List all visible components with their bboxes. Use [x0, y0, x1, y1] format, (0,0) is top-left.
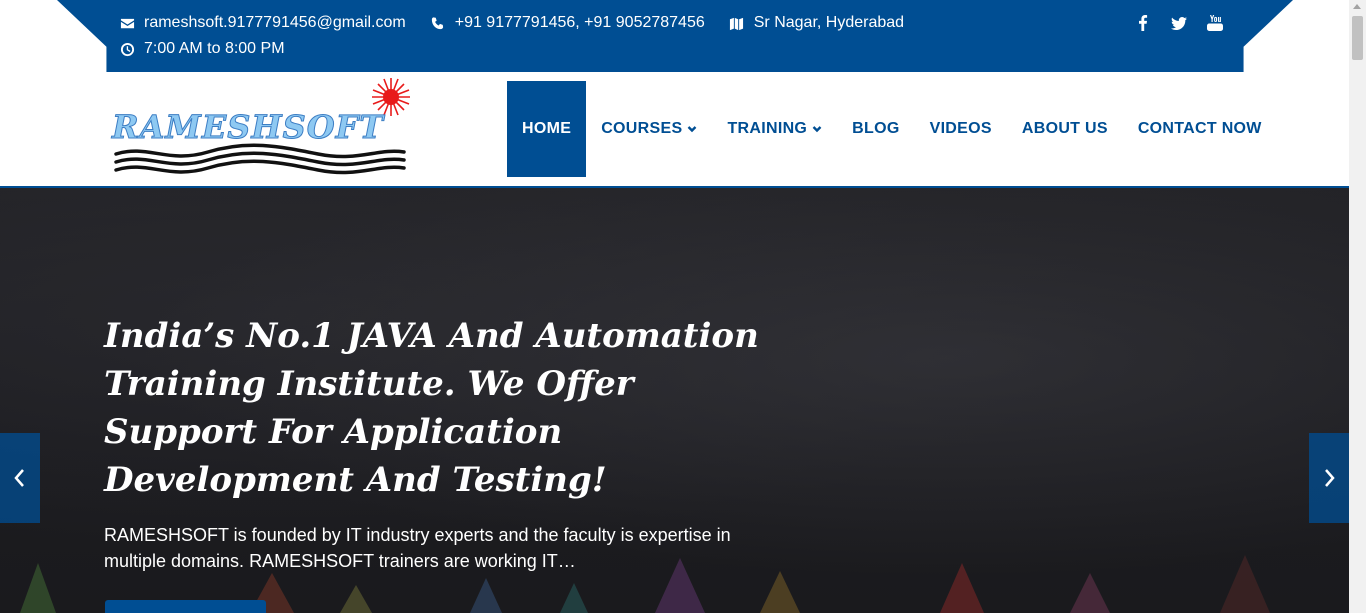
- wave-lines: [114, 143, 406, 175]
- chevron-down-icon: [812, 124, 822, 134]
- social-links: [1115, 14, 1223, 32]
- nav-training-label: TRAINING: [727, 120, 808, 137]
- map-icon: [729, 15, 745, 31]
- hours-info: 7:00 AM to 8:00 PM: [119, 40, 285, 58]
- hero-title: India’s No.1 JAVA And Automation Trainin…: [104, 316, 759, 500]
- slider-prev-button[interactable]: [0, 433, 40, 523]
- nav-home[interactable]: HOME: [507, 81, 587, 177]
- page-scrollbar[interactable]: [1349, 0, 1366, 613]
- logo-text: RAMESHSOFT: [111, 108, 385, 147]
- scroll-up-arrow-icon[interactable]: [1353, 4, 1361, 9]
- scrollbar-thumb[interactable]: [1352, 16, 1363, 60]
- phone-text: +91 9177791456, +91 9052787456: [454, 14, 705, 31]
- nav-blog[interactable]: BLOG: [837, 81, 914, 177]
- nav-videos-label: VIDEOS: [929, 120, 992, 137]
- site-header: RAMESHSOFT HOME COURSES TRAINING BLOG VI…: [0, 72, 1349, 188]
- hero-description: RAMESHSOFT is founded by IT industry exp…: [104, 525, 731, 571]
- clock-icon: [119, 41, 135, 57]
- chevron-left-icon: [14, 469, 24, 487]
- location-text: Sr Nagar, Hyderabad: [753, 14, 905, 31]
- nav-blog-label: BLOG: [852, 120, 900, 137]
- hours-text: 7:00 AM to 8:00 PM: [144, 40, 285, 57]
- location-info: Sr Nagar, Hyderabad: [729, 14, 904, 32]
- envelope-icon: [119, 15, 135, 31]
- contact-info: rameshsoft.9177791456@gmail.com +91 9177…: [119, 12, 928, 64]
- nav-home-label: HOME: [522, 120, 572, 137]
- nav-videos[interactable]: VIDEOS: [915, 81, 1007, 177]
- page: rameshsoft.9177791456@gmail.com +91 9177…: [0, 0, 1366, 613]
- nav-training[interactable]: TRAINING: [712, 81, 837, 177]
- email-text: rameshsoft.9177791456@gmail.com: [144, 14, 406, 31]
- chevron-right-icon: [1325, 469, 1335, 487]
- phone-info[interactable]: +91 9177791456, +91 9052787456: [430, 14, 705, 32]
- hero-cta-button[interactable]: [105, 600, 266, 613]
- nav-about-label: ABOUT US: [1021, 120, 1108, 137]
- phone-icon: [430, 15, 446, 31]
- chevron-down-icon: [687, 124, 697, 134]
- nav-courses[interactable]: COURSES: [586, 81, 712, 177]
- email-info[interactable]: rameshsoft.9177791456@gmail.com: [119, 14, 406, 32]
- twitter-icon[interactable]: [1171, 14, 1187, 32]
- youtube-icon[interactable]: [1207, 14, 1223, 32]
- facebook-icon[interactable]: [1135, 14, 1151, 32]
- nav-contact[interactable]: CONTACT NOW: [1123, 81, 1277, 177]
- nav-courses-label: COURSES: [601, 120, 683, 137]
- main-nav: HOME COURSES TRAINING BLOG VIDEOS ABOUT …: [507, 81, 1277, 177]
- top-bar: rameshsoft.9177791456@gmail.com +91 9177…: [57, 0, 1293, 72]
- nav-contact-label: CONTACT NOW: [1137, 120, 1262, 137]
- hero-slider: India’s No.1 JAVA And Automation Trainin…: [0, 188, 1349, 613]
- slider-next-button[interactable]: [1309, 433, 1349, 523]
- nav-about[interactable]: ABOUT US: [1007, 81, 1123, 177]
- site-logo[interactable]: RAMESHSOFT: [108, 74, 418, 182]
